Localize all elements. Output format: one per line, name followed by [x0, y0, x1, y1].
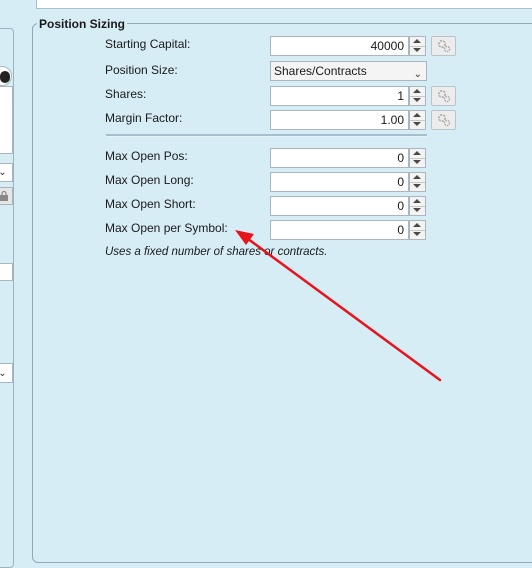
chevron-down-icon: [413, 184, 421, 188]
max-open-per-symbol-label: Max Open per Symbol:: [105, 221, 228, 235]
max-open-short-input[interactable]: 0: [270, 196, 409, 216]
starting-capital-optimize-button[interactable]: [431, 36, 456, 56]
chevron-up-icon: [413, 175, 421, 179]
chevron-up-icon: [413, 151, 421, 155]
max-open-pos-spinner[interactable]: [409, 148, 426, 168]
spin-down-button[interactable]: [410, 230, 425, 239]
position-size-value: Shares/Contracts: [274, 64, 367, 78]
margin-factor-input[interactable]: 1.00: [270, 110, 409, 130]
section-divider: [106, 134, 427, 137]
chevron-up-icon: [413, 113, 421, 117]
position-size-hint: Uses a fixed number of shares or contrac…: [105, 246, 328, 258]
max-open-long-input[interactable]: 0: [270, 172, 409, 192]
chevron-up-icon: [413, 89, 421, 93]
chevron-down-icon: ⌄: [413, 69, 422, 80]
position-size-label: Position Size:: [105, 63, 178, 77]
max-open-long-label: Max Open Long:: [105, 173, 194, 187]
gear-icon: [437, 39, 450, 53]
chevron-up-icon: [413, 199, 421, 203]
starting-capital-label: Starting Capital:: [105, 37, 191, 51]
left-panel-list: [0, 86, 13, 154]
shares-input[interactable]: 1: [270, 86, 409, 106]
max-open-per-symbol-spinner[interactable]: [409, 220, 426, 240]
spin-down-button[interactable]: [410, 182, 425, 191]
margin-factor-label: Margin Factor:: [105, 111, 183, 125]
spin-down-button[interactable]: [410, 158, 425, 167]
shares-optimize-button[interactable]: [431, 86, 456, 106]
chevron-down-icon: [413, 48, 421, 52]
max-open-pos-input[interactable]: 0: [270, 148, 409, 168]
margin-factor-spinner[interactable]: [409, 110, 426, 130]
gear-icon: [437, 113, 450, 127]
max-open-short-label: Max Open Short:: [105, 197, 196, 211]
chevron-down-icon: ⌄: [0, 167, 7, 178]
left-panel-dropdown[interactable]: ⌄: [0, 163, 13, 182]
left-panel-input[interactable]: [0, 263, 13, 281]
top-panel-edge: [36, 0, 532, 9]
record-icon: [0, 71, 10, 83]
left-panel-dropdown-2[interactable]: ⌄: [0, 363, 13, 383]
spin-down-button[interactable]: [410, 120, 425, 129]
chevron-down-icon: [413, 232, 421, 236]
chevron-down-icon: [413, 122, 421, 126]
max-open-short-spinner[interactable]: [409, 196, 426, 216]
spin-down-button[interactable]: [410, 206, 425, 215]
starting-capital-input[interactable]: 40000: [270, 36, 409, 56]
chevron-down-icon: [413, 208, 421, 212]
chevron-up-icon: [413, 39, 421, 43]
lock-icon: [0, 191, 8, 201]
chevron-down-icon: [413, 98, 421, 102]
chevron-up-icon: [413, 223, 421, 227]
max-open-pos-label: Max Open Pos:: [105, 149, 188, 163]
spin-down-button[interactable]: [410, 46, 425, 55]
margin-factor-optimize-button[interactable]: [431, 110, 456, 130]
shares-label: Shares:: [105, 87, 147, 101]
group-title: Position Sizing: [37, 15, 127, 33]
shares-spinner[interactable]: [409, 86, 426, 106]
max-open-per-symbol-input[interactable]: 0: [270, 220, 409, 240]
chevron-down-icon: ⌄: [0, 368, 7, 379]
left-panel-lock-button[interactable]: [0, 187, 13, 205]
chevron-down-icon: [413, 160, 421, 164]
position-size-select[interactable]: Shares/Contracts ⌄: [270, 61, 427, 81]
gear-icon: [437, 89, 450, 103]
max-open-long-spinner[interactable]: [409, 172, 426, 192]
starting-capital-spinner[interactable]: [409, 36, 426, 56]
spin-down-button[interactable]: [410, 96, 425, 105]
